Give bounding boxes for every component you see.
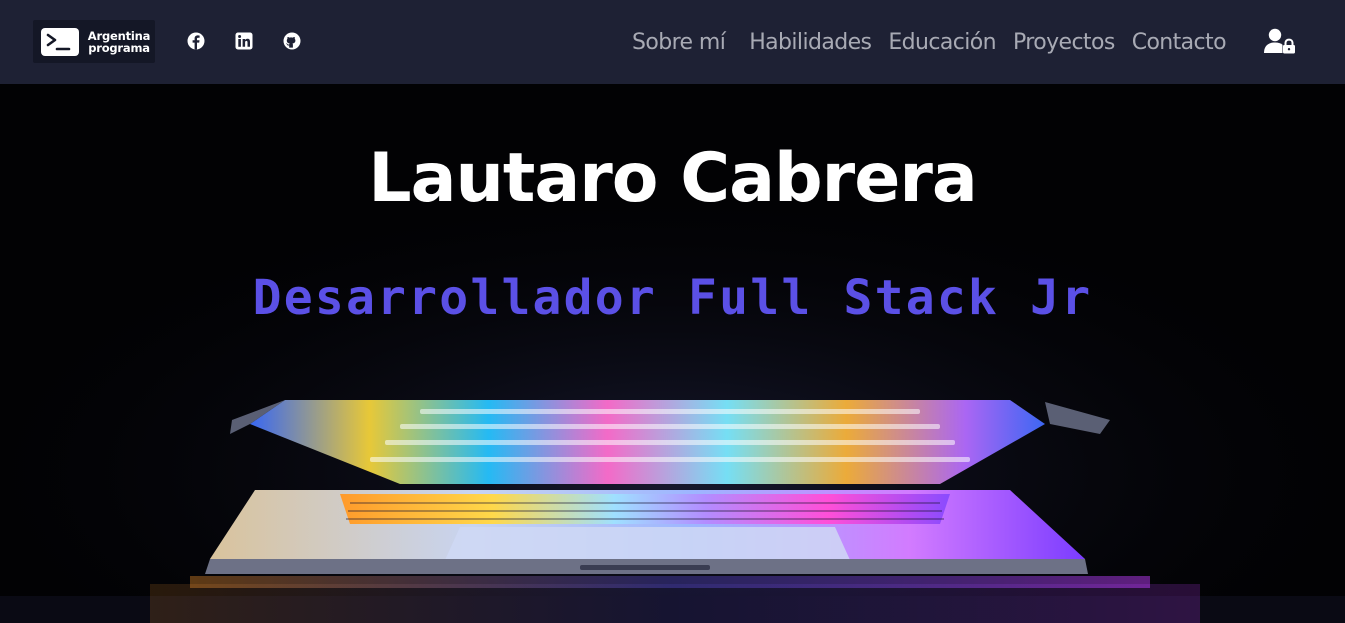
brand-line2: programa <box>88 41 150 55</box>
user-lock-icon[interactable] <box>1263 27 1297 55</box>
brand-text: Argentina programa <box>87 30 151 54</box>
nav-link-contacto[interactable]: Contacto <box>1132 30 1227 55</box>
argentina-programa-logo[interactable]: Argentina programa <box>33 20 155 63</box>
nav-link-sobre-mi[interactable]: Sobre mí <box>632 30 726 55</box>
nav-link-educacion[interactable]: Educación <box>888 30 996 55</box>
navbar: Argentina programa Sobre mí Habilidades … <box>0 0 1345 84</box>
nav-links: Sobre mí Habilidades Educación Proyectos… <box>632 25 1243 59</box>
hero-subtitle: Desarrollador Full Stack Jr <box>252 270 1093 326</box>
github-icon[interactable] <box>283 32 301 50</box>
hero-title: Lautaro Cabrera <box>368 139 978 218</box>
terminal-prompt-icon <box>41 28 79 56</box>
nav-link-proyectos[interactable]: Proyectos <box>1013 30 1115 55</box>
hero-section: Lautaro Cabrera Desarrollador Full Stack… <box>0 84 1345 623</box>
facebook-icon[interactable] <box>187 32 205 50</box>
linkedin-icon[interactable] <box>235 32 253 50</box>
nav-link-habilidades[interactable]: Habilidades <box>749 30 872 55</box>
